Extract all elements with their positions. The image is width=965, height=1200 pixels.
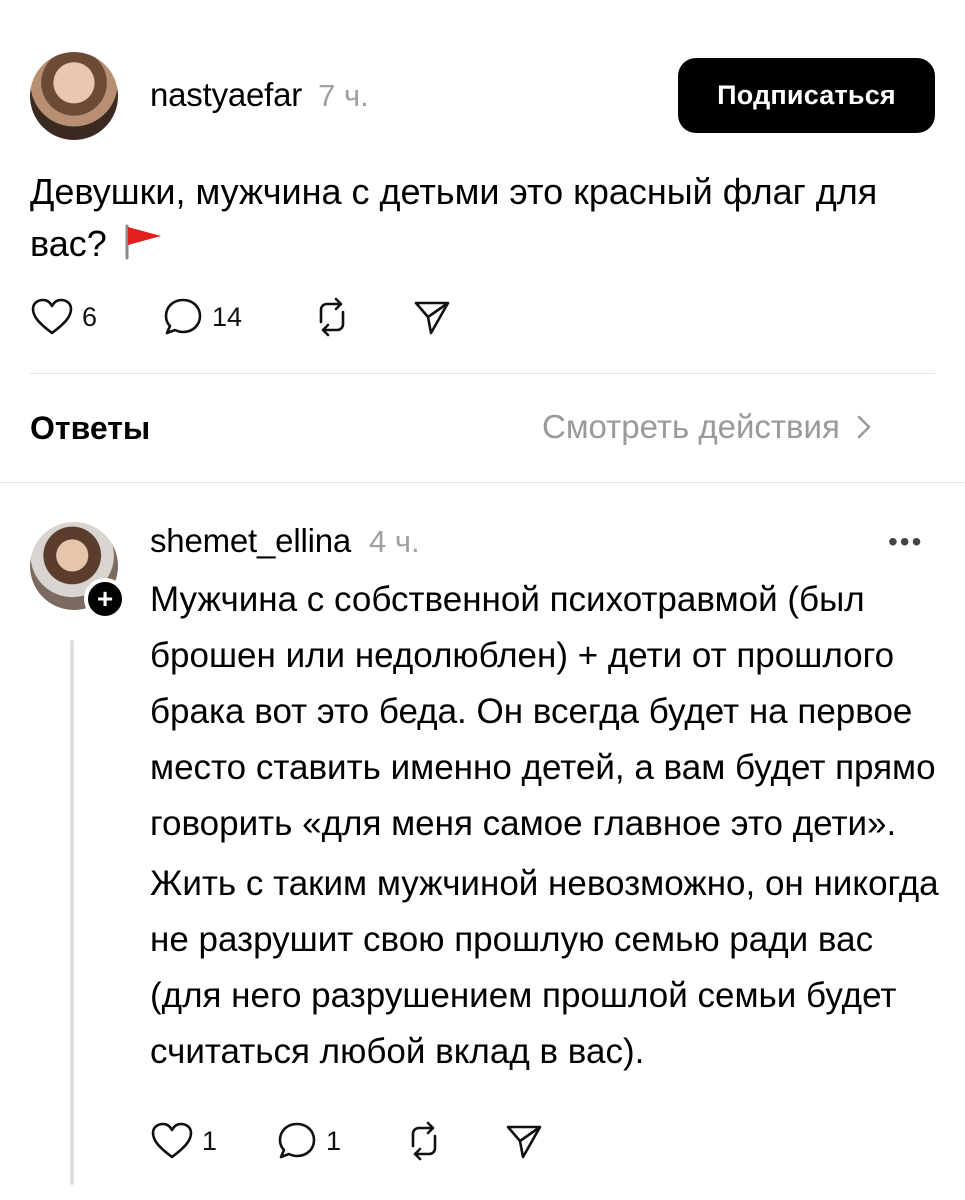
reply-timestamp: 4 ч. — [369, 524, 420, 559]
post-author-username[interactable]: nastyaefar — [150, 76, 302, 114]
follow-button[interactable]: Подписаться — [678, 58, 935, 133]
post-actions: 6 14 — [30, 296, 452, 338]
comment-button[interactable]: 14 — [162, 296, 312, 338]
chevron-right-icon — [856, 413, 872, 441]
post-timestamp: 7 ч. — [318, 78, 369, 113]
divider — [30, 373, 935, 374]
follow-plus-button[interactable]: + — [84, 578, 126, 620]
repost-icon — [312, 296, 352, 338]
author-avatar[interactable] — [30, 52, 118, 140]
like-button[interactable]: 1 — [150, 1121, 276, 1161]
repost-button[interactable] — [404, 1120, 504, 1162]
repost-button[interactable] — [312, 296, 412, 338]
comment-icon — [276, 1120, 318, 1162]
comment-icon — [162, 296, 204, 338]
like-button[interactable]: 6 — [30, 297, 162, 337]
more-options-icon[interactable]: ••• — [888, 526, 923, 558]
share-button[interactable] — [412, 297, 452, 337]
view-activity-link[interactable]: Смотреть действия — [542, 408, 872, 446]
heart-icon — [30, 297, 74, 337]
post-header: nastyaefar 7 ч. — [150, 76, 369, 114]
heart-icon — [150, 1121, 194, 1161]
like-count: 1 — [202, 1125, 218, 1156]
red-flag-icon — [123, 224, 163, 260]
share-icon — [504, 1121, 544, 1161]
divider — [0, 482, 965, 483]
repost-icon — [404, 1120, 444, 1162]
reply-actions: 1 1 — [150, 1120, 544, 1162]
reply-author-username[interactable]: shemet_ellina — [150, 522, 351, 560]
thread-line — [70, 640, 74, 1185]
view-activity-label: Смотреть действия — [542, 408, 840, 445]
comment-count: 14 — [212, 301, 243, 332]
comment-count: 1 — [326, 1125, 342, 1156]
plus-icon: + — [96, 583, 114, 614]
reply-paragraph: Мужчина с собственной психотравмой (был … — [150, 580, 936, 843]
replies-heading: Ответы — [30, 410, 151, 446]
post-body: Девушки, мужчина с детьми это красный фл… — [30, 166, 940, 270]
share-icon — [412, 297, 452, 337]
share-button[interactable] — [504, 1121, 544, 1161]
reply-body: Мужчина с собственной психотравмой (был … — [150, 572, 940, 1080]
comment-button[interactable]: 1 — [276, 1120, 404, 1162]
reply-header: shemet_ellina 4 ч. — [150, 522, 420, 560]
like-count: 6 — [82, 301, 98, 332]
reply-paragraph: Жить с таким мужчиной невозможно, он ник… — [150, 864, 939, 1071]
